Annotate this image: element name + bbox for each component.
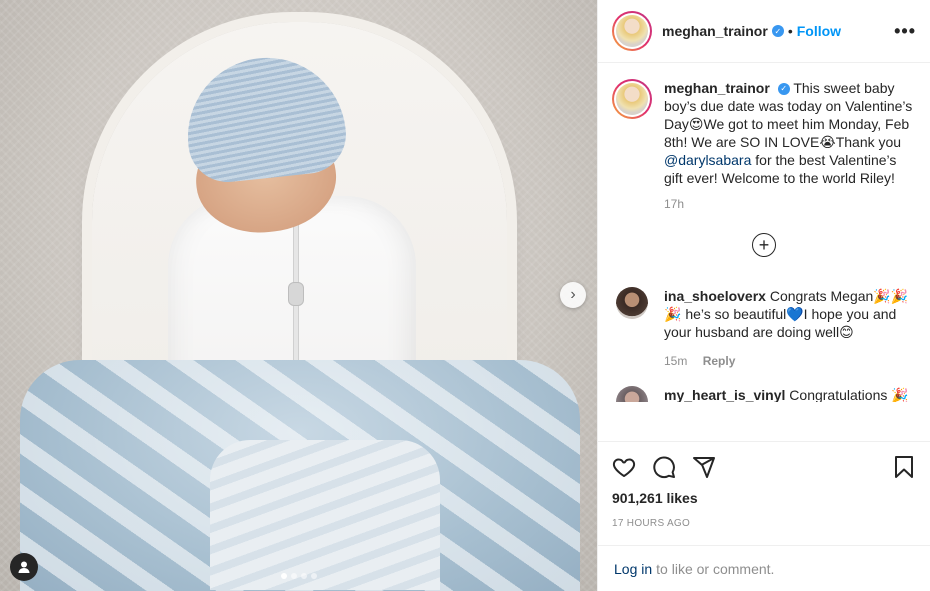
avatar-image: [616, 83, 648, 115]
carousel-dot: [290, 573, 297, 579]
post-timestamp[interactable]: 17 HOURS AGO: [612, 518, 916, 529]
caption-time: 17h: [664, 197, 685, 211]
comment-username[interactable]: my_heart_is_vinyl: [664, 387, 785, 402]
follow-button[interactable]: Follow: [797, 23, 841, 39]
share-icon: [693, 457, 715, 478]
login-link[interactable]: Log in: [614, 561, 652, 577]
caption-text: meghan_trainor ✓ This sweet baby boy’s d…: [664, 79, 916, 187]
header-username[interactable]: meghan_trainor: [662, 23, 768, 39]
caption-username[interactable]: meghan_trainor: [664, 80, 770, 96]
more-options-icon[interactable]: •••: [894, 21, 916, 42]
action-icons: [612, 442, 916, 492]
like-button[interactable]: [612, 455, 636, 479]
comments-area[interactable]: meghan_trainor ✓ This sweet baby boy’s d…: [598, 63, 930, 441]
post-sidebar: meghan_trainor ✓ • Follow ••• meghan_tra…: [597, 0, 930, 591]
avatar-image: [616, 15, 648, 47]
likes-count[interactable]: 901,261 likes: [612, 490, 916, 506]
separator-bullet: •: [787, 23, 793, 39]
chevron-right-icon: ›: [570, 286, 576, 303]
comment-time: 15m: [664, 354, 688, 368]
login-prompt-text: to like or comment.: [656, 560, 775, 577]
instagram-post: › meghan_trainor ✓ • Follow ••• meghan_t…: [0, 0, 930, 591]
caption: meghan_trainor ✓ This sweet baby boy’s d…: [612, 79, 916, 187]
commenter-avatar[interactable]: [616, 386, 648, 402]
post-header: meghan_trainor ✓ • Follow •••: [598, 0, 930, 63]
comment-icon: [653, 456, 675, 479]
save-button[interactable]: [892, 455, 916, 479]
load-more-comments[interactable]: +: [612, 233, 916, 257]
share-button[interactable]: [692, 455, 716, 479]
login-prompt: Log in to like or comment.: [598, 545, 930, 591]
comment-item: my_heart_is_vinyl Congratulations 🎉: [612, 386, 916, 402]
carousel-dot: [280, 573, 287, 579]
carousel-dot: [300, 573, 307, 579]
avatar[interactable]: [612, 11, 652, 51]
carousel-indicator: [0, 573, 597, 579]
plus-circle-icon[interactable]: +: [752, 233, 776, 257]
tagged-users-button[interactable]: [10, 553, 38, 581]
comment-username[interactable]: ina_shoeloverx: [664, 288, 766, 304]
reply-button[interactable]: Reply: [703, 354, 736, 368]
user-tag-icon: [18, 561, 30, 573]
verified-badge-icon: ✓: [777, 83, 790, 96]
heart-icon: [612, 458, 636, 477]
carousel-next-button[interactable]: ›: [560, 282, 586, 308]
verified-badge-icon: ✓: [771, 25, 784, 37]
comment-item: ina_shoeloverx Congrats Megan🎉🎉🎉 he’s so…: [612, 287, 916, 370]
commenter-avatar[interactable]: [616, 287, 648, 319]
comment-button[interactable]: [652, 455, 676, 479]
zipper-pull: [288, 282, 304, 306]
caption-avatar[interactable]: [612, 79, 652, 119]
post-actions: 901,261 likes 17 HOURS AGO: [598, 441, 930, 545]
blanket-fold: [210, 440, 440, 590]
caption-mention-link[interactable]: @darylsabara: [664, 152, 751, 168]
post-photo[interactable]: ›: [0, 0, 597, 591]
bookmark-icon: [895, 456, 913, 478]
comment-text: Congratulations 🎉: [789, 387, 909, 402]
carousel-dot: [310, 573, 317, 579]
comment-meta: 15m Reply: [664, 352, 916, 370]
